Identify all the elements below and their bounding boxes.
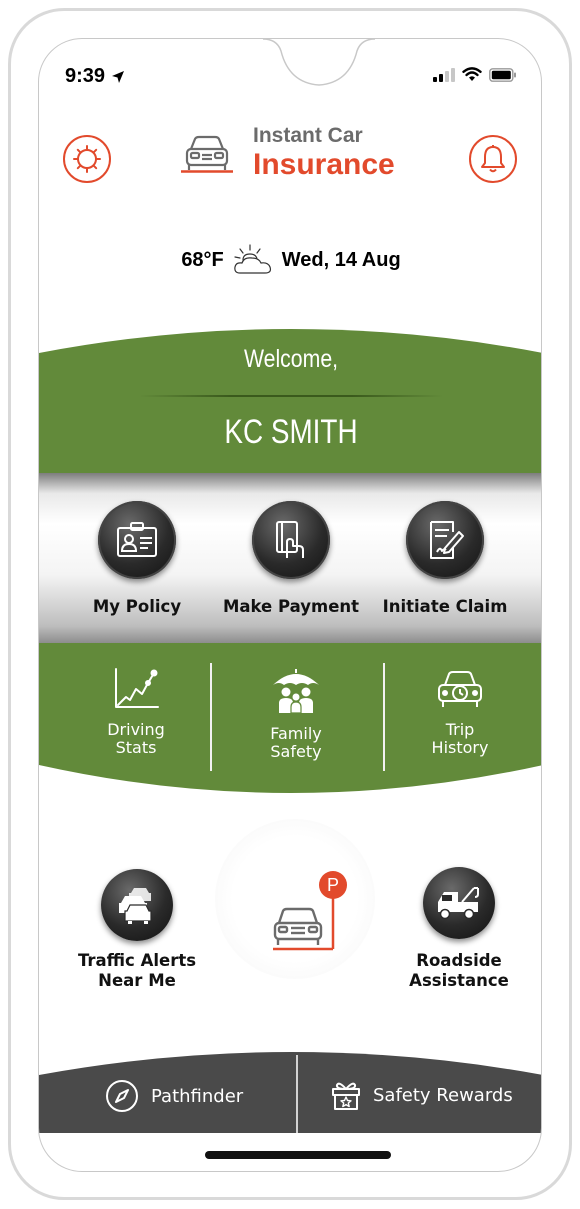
gift-star-icon bbox=[332, 1082, 360, 1110]
my-policy-circle bbox=[98, 501, 176, 579]
trip-history-label: Trip History bbox=[431, 720, 489, 758]
notch bbox=[263, 39, 375, 86]
brand-line-2: Insurance bbox=[253, 148, 395, 181]
signal-icon bbox=[433, 67, 455, 82]
make-payment-label: Make Payment bbox=[222, 597, 360, 616]
status-time: 9:39 bbox=[65, 65, 125, 88]
traffic-cars-icon bbox=[119, 888, 152, 924]
claim-document-pen-icon bbox=[430, 521, 464, 559]
gear-icon bbox=[73, 145, 101, 173]
traffic-alerts-label: Traffic Alerts Near Me bbox=[77, 951, 197, 990]
traffic-alerts-button[interactable] bbox=[101, 869, 173, 941]
family-umbrella-icon bbox=[273, 669, 319, 714]
weather-temperature: 68°F bbox=[181, 248, 224, 271]
battery-icon bbox=[489, 67, 516, 82]
parking-badge-text: P bbox=[326, 875, 339, 895]
driving-stats-button[interactable]: Driving Stats bbox=[61, 667, 211, 758]
family-safety-label: Family Safety bbox=[270, 724, 322, 762]
policy-id-card-icon bbox=[117, 522, 157, 557]
pathfinder-label: Pathfinder bbox=[151, 1085, 244, 1107]
chart-line-icon bbox=[115, 668, 159, 708]
weather-bar: 68°F Wed, 14 Aug bbox=[39, 243, 541, 277]
trip-history-button[interactable]: Trip History bbox=[385, 667, 535, 758]
initiate-claim-button[interactable]: Initiate Claim bbox=[365, 501, 525, 616]
initiate-claim-circle bbox=[406, 501, 484, 579]
payment-card-hand-icon bbox=[276, 521, 304, 558]
safety-rewards-tab[interactable]: Safety Rewards bbox=[331, 1079, 513, 1111]
welcome-divider bbox=[139, 395, 443, 397]
status-icons bbox=[433, 67, 517, 82]
home-indicator[interactable] bbox=[205, 1151, 391, 1159]
make-payment-circle bbox=[252, 501, 330, 579]
app-screen: 9:39 Instant Car Insurance 68°F Wed, 14 … bbox=[38, 38, 542, 1172]
car-logo-icon bbox=[181, 135, 233, 173]
notifications-button[interactable] bbox=[469, 135, 517, 183]
my-policy-button[interactable]: My Policy bbox=[57, 501, 217, 616]
welcome-greeting: Welcome, bbox=[243, 345, 339, 373]
safety-rewards-label: Safety Rewards bbox=[373, 1084, 513, 1106]
location-arrow-icon bbox=[112, 70, 125, 83]
brand-line-1: Instant Car bbox=[253, 124, 363, 147]
pathfinder-tab[interactable]: Pathfinder bbox=[105, 1079, 243, 1113]
roadside-assistance-label: Roadside Assistance bbox=[409, 951, 509, 990]
my-policy-label: My Policy bbox=[92, 597, 182, 616]
status-time-text: 9:39 bbox=[65, 65, 106, 87]
tow-truck-icon bbox=[438, 887, 479, 920]
app-brand: Instant Car Insurance bbox=[179, 125, 395, 180]
car-history-icon bbox=[438, 671, 482, 707]
user-name: KC SMITH bbox=[224, 413, 358, 451]
bell-icon bbox=[481, 145, 505, 173]
settings-button[interactable] bbox=[63, 135, 111, 183]
family-safety-button[interactable]: Family Safety bbox=[221, 667, 371, 762]
roadside-assistance-button[interactable] bbox=[423, 867, 495, 939]
parking-spot-illustration[interactable]: P bbox=[215, 819, 375, 979]
stats-divider bbox=[210, 663, 212, 771]
initiate-claim-label: Initiate Claim bbox=[382, 597, 508, 616]
driving-stats-label: Driving Stats bbox=[107, 720, 165, 758]
compass-icon bbox=[106, 1080, 138, 1112]
partly-cloudy-icon bbox=[234, 244, 271, 274]
wifi-icon bbox=[462, 67, 482, 81]
weather-date: Wed, 14 Aug bbox=[281, 248, 401, 271]
make-payment-button[interactable]: Make Payment bbox=[211, 501, 371, 616]
